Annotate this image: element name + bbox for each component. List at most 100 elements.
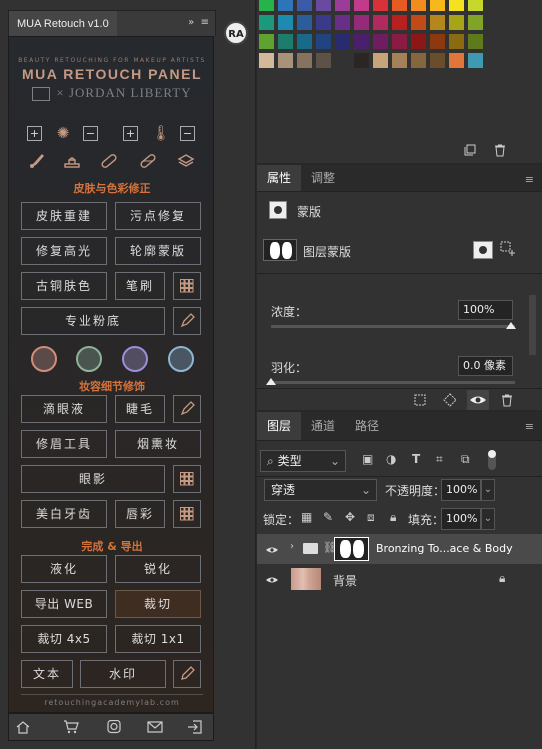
color-swatch[interactable] (373, 0, 388, 11)
color-swatch[interactable] (392, 53, 407, 68)
blend-mode-dropdown[interactable]: 穿透 ⌄ (264, 479, 377, 501)
swatch-circle-1[interactable] (31, 346, 57, 372)
patch-icon[interactable] (137, 150, 159, 172)
color-swatch[interactable] (259, 0, 274, 11)
tab-layers[interactable]: 图层 (257, 412, 302, 440)
watermark-button[interactable]: 水印 (80, 660, 166, 688)
lashes-button[interactable]: 睫毛 (115, 395, 165, 423)
color-swatch[interactable] (259, 53, 274, 68)
instagram-icon[interactable] (106, 719, 122, 734)
opacity-chevron-icon[interactable]: ⌄ (481, 479, 495, 501)
tab-adjustments[interactable]: 调整 (301, 165, 345, 191)
color-swatch[interactable] (430, 34, 445, 49)
tab-paths[interactable]: 路径 (345, 412, 389, 440)
color-swatch[interactable] (449, 34, 464, 49)
layer-mask-thumbnail[interactable] (334, 537, 369, 561)
lock-all-icon[interactable]: 🔒︎ (390, 510, 396, 525)
feather-field[interactable]: 0.0 像素 (458, 356, 513, 376)
feather-slider[interactable] (271, 381, 515, 384)
layer-mask-thumb[interactable] (263, 239, 297, 261)
eye-icon[interactable] (265, 574, 279, 584)
panel-controls[interactable]: » ≡ (188, 17, 209, 28)
color-swatch[interactable] (468, 0, 483, 11)
color-swatch[interactable] (468, 34, 483, 49)
lock-move-icon[interactable]: ✥ (345, 510, 355, 524)
bronze-skin-button[interactable]: 古铜肤色 (21, 272, 107, 300)
contour-mask-button[interactable]: 轮廓蒙版 (115, 237, 201, 265)
color-swatch[interactable] (278, 0, 293, 11)
brow-tool-button[interactable]: 修眉工具 (21, 430, 107, 458)
export-web-button[interactable]: 导出 WEB (21, 590, 107, 618)
sharpen-button[interactable]: 锐化 (115, 555, 201, 583)
smoky-eye-button[interactable]: 烟熏妆 (115, 430, 201, 458)
color-swatch[interactable] (411, 0, 426, 11)
fill-field[interactable]: 100% (441, 508, 481, 530)
liquify-button[interactable]: 液化 (21, 555, 107, 583)
color-swatch[interactable] (373, 34, 388, 49)
mail-icon[interactable] (147, 720, 163, 734)
tab-properties[interactable]: 属性 (257, 165, 302, 191)
color-swatch[interactable] (297, 15, 312, 30)
layers-stack-icon[interactable] (175, 150, 197, 172)
crop-4x5-button[interactable]: 裁切 4x5 (21, 625, 107, 653)
color-swatch[interactable] (392, 15, 407, 30)
color-swatch[interactable] (354, 53, 369, 68)
eye-drops-button[interactable]: 滴眼液 (21, 395, 107, 423)
fill-chevron-icon[interactable]: ⌄ (481, 508, 495, 530)
home-icon[interactable] (15, 720, 31, 734)
color-swatch[interactable] (449, 15, 464, 30)
cart-icon[interactable] (63, 720, 79, 734)
filter-toggle[interactable] (488, 450, 496, 470)
color-swatch[interactable] (335, 15, 350, 30)
grid-icon[interactable] (173, 500, 201, 528)
color-swatch[interactable] (278, 34, 293, 49)
color-swatch[interactable] (411, 53, 426, 68)
color-swatch[interactable] (354, 15, 369, 30)
pen-icon[interactable] (173, 395, 201, 423)
color-swatch[interactable] (335, 34, 350, 49)
color-swatch[interactable] (430, 53, 445, 68)
trash-icon[interactable] (493, 143, 507, 157)
avatar[interactable]: RA (224, 21, 248, 45)
density-field[interactable]: 100% (458, 300, 513, 320)
filter-kind-dropdown[interactable]: ⌕ 类型 ⌄ (260, 450, 346, 472)
scrollbar[interactable] (529, 295, 536, 355)
pencil-icon[interactable] (173, 660, 201, 688)
eye-icon[interactable] (265, 544, 279, 554)
panel-tab[interactable]: MUA Retouch v1.0 (9, 11, 117, 37)
shape-filter-icon[interactable]: ⌗ (436, 452, 443, 467)
minus-button[interactable]: − (83, 126, 98, 141)
layer-thumbnail[interactable] (291, 568, 321, 590)
selection-icon[interactable] (413, 393, 427, 407)
swatch-circle-4[interactable] (168, 346, 194, 372)
select-mask-icon[interactable] (473, 241, 493, 259)
color-swatch[interactable] (297, 53, 312, 68)
plus-button-temp[interactable]: + (123, 126, 138, 141)
color-swatch[interactable] (411, 34, 426, 49)
color-swatch[interactable] (373, 53, 388, 68)
color-swatch[interactable] (259, 15, 274, 30)
color-swatch[interactable] (316, 0, 331, 11)
smart-filter-icon[interactable]: ⧉ (461, 452, 470, 467)
color-swatch[interactable] (468, 53, 483, 68)
color-swatch[interactable] (392, 0, 407, 11)
color-swatch[interactable] (354, 34, 369, 49)
color-swatch[interactable] (449, 53, 464, 68)
pixel-filter-icon[interactable]: ▣ (362, 452, 373, 466)
color-swatch[interactable] (430, 15, 445, 30)
color-swatch[interactable] (430, 0, 445, 11)
adjust-filter-icon[interactable]: ◑ (386, 452, 396, 466)
eyeshadow-button[interactable]: 眼影 (21, 465, 165, 493)
fix-highlights-button[interactable]: 修复高光 (21, 237, 107, 265)
color-swatch[interactable] (316, 53, 331, 68)
layer-name[interactable]: Bronzing To...ace & Body (376, 542, 513, 555)
exit-icon[interactable] (187, 720, 203, 734)
text-button[interactable]: 文本 (21, 660, 73, 688)
layer-name[interactable]: 背景 (333, 572, 357, 589)
load-selection-icon[interactable] (443, 393, 457, 407)
type-filter-icon[interactable]: T (412, 452, 420, 466)
grid-icon[interactable] (173, 272, 201, 300)
tab-channels[interactable]: 通道 (301, 412, 345, 440)
color-swatch[interactable] (354, 0, 369, 11)
color-swatch[interactable] (278, 15, 293, 30)
